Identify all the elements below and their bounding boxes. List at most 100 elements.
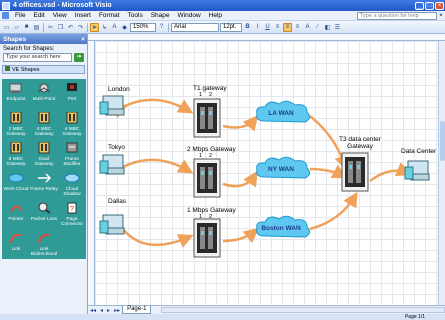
datacenter-pc-icon[interactable] [404,160,430,181]
link-dallas-gateway[interactable] [122,228,194,248]
port-icon [67,83,77,91]
stencil-title-bar[interactable]: VE Shapes [2,65,85,74]
menu-insert[interactable]: Insert [71,12,95,19]
save-icon[interactable]: ■ [22,23,31,32]
link-t3-datacenter[interactable] [369,162,412,183]
bold-icon[interactable]: B [243,23,252,32]
italic-icon[interactable]: I [253,23,262,32]
link-2mbps-nywan[interactable] [222,170,258,188]
t1-gateway-server-icon[interactable] [193,98,221,138]
zoom-field[interactable]: 150% [130,22,156,32]
multipoint-icon [37,83,51,93]
shape-label: 4 MBC Gateway [62,127,82,137]
shape-4mbc-gateway-b[interactable]: 4 MBC Gateway [58,111,86,137]
london-pc-icon[interactable] [99,95,125,116]
search-go-button[interactable]: ➔ [74,53,84,62]
fill-color-icon[interactable]: ◧ [323,23,332,32]
close-panel-icon[interactable]: × [79,36,87,43]
line-weight-icon[interactable]: ☰ [333,23,342,32]
first-page-icon[interactable]: ◂◂ [88,307,98,314]
link-t1-lawan[interactable] [222,115,259,132]
shape-page-connector[interactable]: ? Page Connector [58,202,86,227]
menu-view[interactable]: View [49,12,71,19]
scroll-thumb[interactable] [440,121,445,161]
shape-dual-gateway[interactable]: Dual Gateway [30,141,58,167]
menu-tools[interactable]: Tools [124,12,147,19]
shape-packet-loss[interactable]: Packet Loss [30,202,58,222]
menu-shape[interactable]: Shape [147,12,174,19]
document-icon[interactable] [2,12,9,19]
vertical-ruler[interactable] [88,41,95,305]
redo-icon[interactable]: ↷ [76,23,85,32]
text-tool-icon[interactable]: A [110,23,119,32]
drawing-canvas[interactable]: London Tokyo Dallas T1 gateway 2 Mbps Ga… [95,41,438,305]
menu-help[interactable]: Help [205,12,226,19]
link-bostonwan-t3[interactable] [309,191,358,231]
shape-multipoint[interactable]: Multi-Point [30,82,58,102]
close-document-icon[interactable]: × [437,13,445,19]
help-icon[interactable]: ? [157,23,166,32]
dallas-pc-icon[interactable] [99,214,125,235]
shape-8mbc-gateway[interactable]: 8 MBC Gateway [2,141,30,167]
stencil-grid: Endpoint Multi-Point Port 2 MBC Gateway … [2,79,86,259]
shape-4mbc-gateway[interactable]: 4 MBC Gateway [30,111,58,137]
link-1mbps-bostonwan[interactable] [222,227,259,244]
shape-endpoint[interactable]: Endpoint [2,82,30,102]
close-button[interactable]: × [435,1,444,10]
shape-pointer[interactable]: Pointer [2,202,30,222]
align-center-icon[interactable]: ≡ [283,22,292,32]
link-nywan-t3[interactable] [309,164,348,179]
shape-label: Link Bidirectional [30,247,58,257]
menu-file[interactable]: File [11,12,29,19]
prev-page-icon[interactable]: ◂ [98,307,105,314]
gateway-icon [38,111,50,124]
link-london-gateway[interactable] [110,98,194,119]
help-search-input[interactable]: Type a question for help [357,11,437,20]
shape-link[interactable]: Link [2,232,30,252]
fill-icon[interactable]: ◆ [120,23,129,32]
shape-label: Endpoint [6,97,26,102]
maximize-button[interactable]: □ [425,1,434,10]
shape-cloud-shadow[interactable]: Cloud Shadow [58,172,86,197]
align-left-icon[interactable]: ≡ [273,23,282,32]
pointer-tool-icon[interactable]: ➤ [90,22,99,32]
1mbps-gateway-server-icon[interactable] [193,218,221,258]
shape-label: Packet Loss [30,217,58,222]
cloud-label-boston-wan: Boston WAN [261,225,301,232]
shape-search-input[interactable]: Type your search here [3,53,72,62]
shape-link-bidirectional[interactable]: Link Bidirectional [30,232,58,257]
port-label-1: 1 [199,214,203,220]
vertical-scrollbar[interactable] [438,41,445,305]
shape-port[interactable]: Port [58,82,86,102]
connector-tool-icon[interactable]: ↳ [100,23,109,32]
new-icon[interactable]: ▭ [2,23,11,32]
shape-2mbc-gateway[interactable]: 2 MBC Gateway [2,111,30,137]
link-tokyo-gateway[interactable] [122,158,194,174]
minimize-button[interactable]: _ [415,1,424,10]
shape-frame-modifier[interactable]: Frame Modifier [58,142,86,167]
next-page-icon[interactable]: ▸ [105,307,112,314]
last-page-icon[interactable]: ▸▸ [112,307,122,314]
menu-format[interactable]: Format [95,12,124,19]
shape-wan-cloud[interactable]: WAN Cloud [2,172,30,192]
shape-frame-relay[interactable]: Frame Relay [30,172,58,192]
underline-icon[interactable]: U [263,23,272,32]
print-icon[interactable]: ▤ [32,23,41,32]
2mbps-gateway-server-icon[interactable] [193,158,221,198]
horizontal-scrollbar[interactable] [161,307,445,313]
t3-gateway-server-icon[interactable] [341,152,369,192]
open-icon[interactable]: ▱ [12,23,21,32]
line-color-icon[interactable]: ∕ [313,23,322,32]
cut-icon[interactable]: ✂ [46,23,55,32]
tokyo-pc-icon[interactable] [99,154,125,175]
menu-edit[interactable]: Edit [29,12,48,19]
font-field[interactable]: Arial [171,22,219,32]
copy-icon[interactable]: ❐ [56,23,65,32]
page-tab[interactable]: Page-1 [122,306,152,314]
align-right-icon[interactable]: ≡ [293,23,302,32]
horizontal-ruler[interactable] [88,34,445,41]
text-color-icon[interactable]: A [303,23,312,32]
undo-icon[interactable]: ↶ [66,23,75,32]
menu-window[interactable]: Window [174,12,205,19]
font-size-field[interactable]: 12pt. [220,22,242,32]
